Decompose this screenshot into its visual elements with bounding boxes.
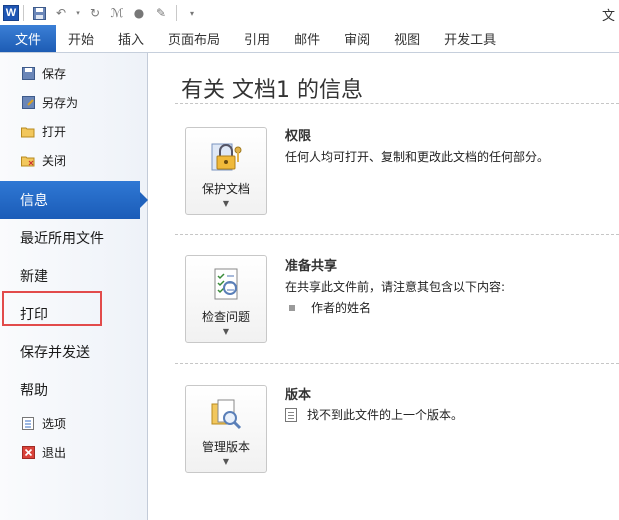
permissions-title: 权限: [285, 129, 312, 144]
tab-mailings[interactable]: 邮件: [282, 25, 332, 52]
list-item: 作者的姓名: [289, 299, 371, 316]
manage-versions-icon: [208, 396, 244, 432]
save-icon: [20, 66, 36, 82]
info-pane: 有关 文档1 的信息 保护文档 ▼ 权限 任何人均可打开、复制和更改此文档的任何…: [149, 53, 619, 520]
nav-options[interactable]: 选项: [0, 409, 147, 438]
divider: [175, 234, 619, 235]
save-icon[interactable]: [31, 5, 47, 21]
tab-developer[interactable]: 开发工具: [432, 25, 508, 52]
print-highlight-box: [2, 291, 102, 326]
page-title: 有关 文档1 的信息: [181, 78, 363, 103]
toolbar-separator: [176, 5, 177, 21]
close-folder-icon: [20, 153, 36, 169]
ribbon-tabs: 文件 开始 插入 页面布局 引用 邮件 审阅 视图 开发工具: [0, 25, 619, 53]
nav-close[interactable]: 关闭: [0, 146, 147, 175]
divider: [175, 103, 619, 104]
tab-references[interactable]: 引用: [232, 25, 282, 52]
format-painter-icon[interactable]: ℳ: [109, 5, 125, 21]
author-name-item: 作者的姓名: [311, 301, 372, 315]
bullet-icon: [289, 304, 295, 311]
window-title: 文: [601, 9, 615, 24]
manage-versions-button[interactable]: 管理版本 ▼: [185, 385, 267, 473]
nav-options-label: 选项: [42, 417, 67, 431]
tab-home[interactable]: 开始: [56, 25, 106, 52]
nav-recent-label: 最近所用文件: [20, 231, 104, 247]
chevron-down-icon: ▼: [222, 327, 230, 336]
nav-new-label: 新建: [20, 269, 48, 285]
nav-save[interactable]: 保存: [0, 59, 147, 88]
backstage-nav: 保存 另存为 打开 关闭 信息 最近所用文件 新建 打印 保存并发送 帮助 选项…: [0, 53, 148, 520]
versions-description: 找不到此文件的上一个版本。: [307, 408, 464, 422]
nav-save-send[interactable]: 保存并发送: [0, 333, 147, 371]
tab-page-layout[interactable]: 页面布局: [156, 25, 232, 52]
nav-new[interactable]: 新建: [0, 257, 147, 295]
nav-save-label: 保存: [42, 67, 67, 81]
prepare-description: 在共享此文件前，请注意其包含以下内容:: [285, 280, 506, 294]
divider: [175, 363, 619, 364]
manage-versions-label: 管理版本: [201, 440, 250, 454]
tab-insert[interactable]: 插入: [106, 25, 156, 52]
nav-help[interactable]: 帮助: [0, 371, 147, 409]
tab-file[interactable]: 文件: [0, 25, 56, 52]
quick-access-toolbar: W ↶ ▾ ↻ ℳ ● ✎ ▾ 文: [0, 0, 619, 26]
nav-exit-label: 退出: [42, 446, 67, 460]
versions-title: 版本: [285, 388, 312, 403]
nav-info[interactable]: 信息: [0, 181, 148, 219]
chevron-down-icon: ▼: [222, 199, 230, 208]
exit-icon: [20, 445, 36, 461]
nav-save-send-label: 保存并发送: [20, 345, 90, 361]
protect-document-button[interactable]: 保护文档 ▼: [185, 127, 267, 215]
nav-info-label: 信息: [20, 193, 48, 209]
lock-key-icon: [208, 138, 244, 174]
nav-close-label: 关闭: [42, 154, 67, 168]
toolbar-separator: [23, 5, 24, 21]
permissions-description: 任何人均可打开、复制和更改此文档的任何部分。: [285, 150, 550, 164]
tab-view[interactable]: 视图: [382, 25, 432, 52]
open-folder-icon: [20, 124, 36, 140]
prepare-title: 准备共享: [285, 259, 338, 274]
checklist-icon: [208, 266, 244, 302]
bullet-icon[interactable]: ●: [131, 5, 147, 21]
check-for-issues-label: 检查问题: [201, 310, 250, 324]
chevron-down-icon: ▼: [222, 457, 230, 466]
redo-icon[interactable]: ↻: [87, 5, 103, 21]
nav-recent[interactable]: 最近所用文件: [0, 219, 147, 257]
list-item: 找不到此文件的上一个版本。: [285, 406, 463, 423]
tab-review[interactable]: 审阅: [332, 25, 382, 52]
draw-icon[interactable]: ✎: [153, 5, 169, 21]
protect-document-label: 保护文档: [201, 182, 250, 196]
nav-open[interactable]: 打开: [0, 117, 147, 146]
nav-open-label: 打开: [42, 125, 67, 139]
document-icon: [285, 407, 297, 422]
nav-exit[interactable]: 退出: [0, 438, 147, 467]
nav-help-label: 帮助: [20, 383, 48, 399]
check-for-issues-button[interactable]: 检查问题 ▼: [185, 255, 267, 343]
nav-save-as-label: 另存为: [42, 96, 79, 110]
undo-dropdown-icon[interactable]: ▾: [75, 5, 81, 21]
save-as-icon: [20, 95, 36, 111]
options-icon: [20, 416, 36, 432]
undo-icon[interactable]: ↶: [53, 5, 69, 21]
nav-save-as[interactable]: 另存为: [0, 88, 147, 117]
customize-toolbar-icon[interactable]: ▾: [184, 5, 200, 21]
word-logo-icon[interactable]: W: [3, 5, 19, 21]
